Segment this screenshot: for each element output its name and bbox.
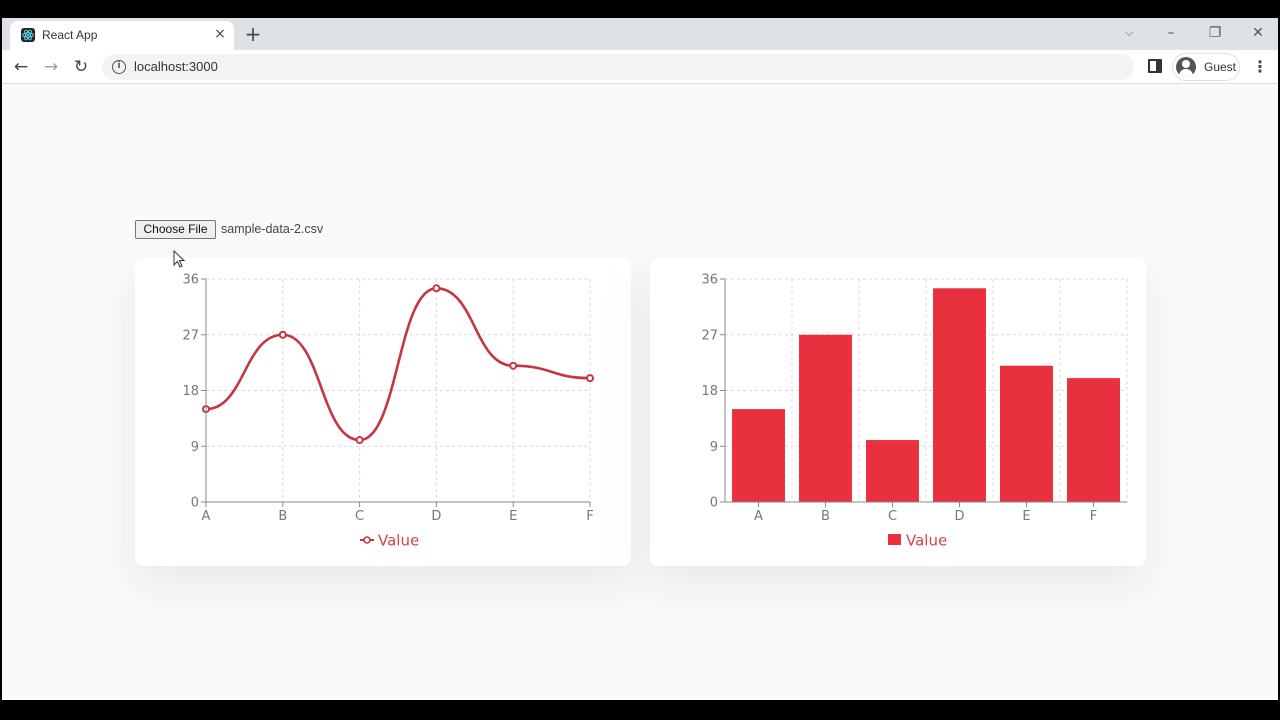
x-tick-label: F: [1090, 509, 1097, 524]
y-tick-label: 9: [710, 440, 718, 455]
x-tick-label: B: [821, 509, 830, 524]
y-tick-label: 0: [710, 496, 718, 511]
side-panel-icon[interactable]: [1148, 59, 1162, 73]
tab-strip: React App × + ⌵ – ❐ ✕: [2, 18, 1278, 50]
x-tick-label: D: [954, 509, 964, 524]
y-tick-label: 36: [701, 273, 718, 288]
forward-arrow-icon[interactable]: →: [40, 56, 62, 78]
browser-window: React App × + ⌵ – ❐ ✕ ← → ↻ i localhost:…: [2, 18, 1278, 700]
choose-file-button[interactable]: Choose File: [135, 220, 216, 239]
x-tick-label: C: [355, 509, 364, 524]
y-tick-label: 18: [701, 384, 718, 399]
x-tick-label: B: [278, 509, 287, 524]
restore-icon[interactable]: ❐: [1205, 23, 1225, 43]
x-tick-label: A: [754, 509, 763, 524]
x-tick-label: A: [202, 509, 211, 524]
legend-label: Value: [906, 532, 947, 550]
line-chart-card: 0 9 18 27 36 A B C D E F Value: [135, 258, 631, 566]
minimize-icon[interactable]: –: [1161, 23, 1181, 43]
bar-E: [1000, 365, 1053, 502]
bar-C: [866, 440, 919, 502]
y-tick-label: 0: [191, 496, 199, 511]
mouse-cursor-icon: [173, 250, 186, 268]
screen-frame: React App × + ⌵ – ❐ ✕ ← → ↻ i localhost:…: [0, 0, 1280, 720]
tab-search-icon[interactable]: ⌵: [1120, 24, 1138, 42]
bar-B: [799, 334, 852, 502]
x-tick-label: D: [431, 509, 441, 524]
line-chart: 0 9 18 27 36 A B C D E F Value: [182, 273, 594, 550]
data-point-D: [432, 284, 441, 293]
y-tick-label: 18: [182, 384, 199, 399]
tab-title: React App: [42, 28, 98, 42]
legend-bar-swatch: [888, 534, 901, 545]
new-tab-button[interactable]: +: [243, 24, 263, 44]
y-tick-label: 27: [182, 328, 199, 343]
page-content: Choose File sample-data-2.csv 0 9 18 27 36 A B…: [2, 85, 1278, 700]
profile-name: Guest: [1204, 60, 1237, 74]
x-tick-label: E: [1022, 509, 1030, 524]
bar-chart-card: 0 9 18 27 36 A B C D E F Value: [650, 258, 1146, 566]
reload-icon[interactable]: ↻: [70, 56, 92, 78]
address-bar[interactable]: i localhost:3000: [102, 54, 1134, 80]
y-tick-label: 36: [182, 273, 199, 288]
url-text: localhost:3000: [134, 59, 218, 74]
y-tick-label: 27: [701, 328, 718, 343]
bar-F: [1067, 378, 1120, 502]
selected-file-name: sample-data-2.csv: [221, 222, 324, 236]
legend-label: Value: [378, 532, 419, 550]
data-point-B: [278, 330, 287, 339]
profile-button[interactable]: Guest: [1172, 53, 1240, 81]
kebab-menu-icon[interactable]: ⋮: [1252, 56, 1268, 78]
y-tick-label: 9: [191, 440, 199, 455]
tab-react-app[interactable]: React App ×: [10, 21, 234, 50]
back-arrow-icon[interactable]: ←: [10, 56, 32, 78]
data-point-C: [355, 436, 364, 445]
react-favicon-icon: [21, 28, 35, 42]
data-point-F: [586, 374, 594, 383]
x-tick-label: F: [586, 509, 593, 524]
bar-A: [732, 409, 785, 502]
data-point-E: [509, 361, 518, 370]
close-icon[interactable]: ✕: [1248, 23, 1268, 43]
series-line-value: [205, 286, 591, 442]
browser-toolbar: ← → ↻ i localhost:3000 Guest ⋮: [2, 50, 1278, 84]
avatar-icon: [1176, 57, 1196, 77]
legend-marker: [363, 536, 371, 544]
info-icon[interactable]: i: [112, 60, 126, 74]
bar-D: [933, 288, 986, 502]
x-tick-label: C: [888, 509, 897, 524]
tab-close-icon[interactable]: ×: [212, 26, 228, 42]
x-tick-label: E: [509, 509, 517, 524]
bar-chart: 0 9 18 27 36 A B C D E F Value: [701, 273, 1128, 550]
